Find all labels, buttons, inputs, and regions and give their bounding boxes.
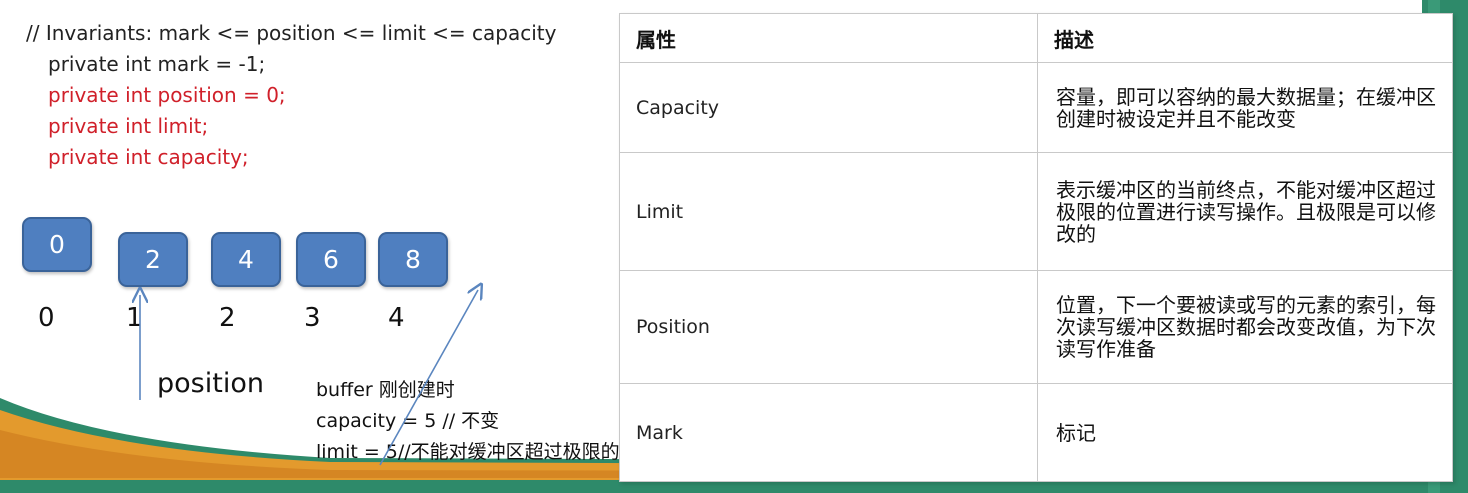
row-description: 标记	[1037, 383, 1453, 482]
header-description: 描述	[1037, 13, 1453, 63]
code-mark-line: private int mark = -1;	[48, 52, 266, 76]
buffer-index: 2	[219, 303, 236, 333]
table-row: Capacity 容量，即可以容纳的最大数据量；在缓冲区创建时被设定并且不能改变	[619, 62, 1453, 153]
code-capacity-line: private int capacity;	[48, 145, 249, 169]
table-row: Mark 标记	[619, 383, 1453, 482]
row-description: 表示缓冲区的当前终点，不能对缓冲区超过极限的位置进行读写操作。且极限是可以修改的	[1037, 152, 1453, 271]
buffer-cell: 2	[118, 232, 188, 287]
header-attribute: 属性	[619, 13, 1038, 63]
note-buffer-created: buffer 刚创建时	[316, 379, 455, 401]
note-capacity: capacity = 5 // 不变	[316, 410, 500, 432]
buffer-cell: 6	[296, 232, 366, 287]
code-limit-line: private int limit;	[48, 114, 209, 138]
buffer-attributes-table: 属性 描述 Capacity 容量，即可以容纳的最大数据量；在缓冲区创建时被设定…	[619, 13, 1453, 482]
table-header-row: 属性 描述	[619, 13, 1453, 63]
row-name: Capacity	[619, 62, 1038, 153]
code-snippet: // Invariants: mark <= position <= limit…	[26, 18, 556, 173]
row-name: Mark	[619, 383, 1038, 482]
code-position-line: private int position = 0;	[48, 83, 286, 107]
buffer-cell: 8	[378, 232, 448, 287]
buffer-index: 4	[388, 303, 405, 333]
buffer-cell: 0	[22, 217, 92, 272]
row-name: Position	[619, 270, 1038, 384]
row-name: Limit	[619, 152, 1038, 271]
table-row: Limit 表示缓冲区的当前终点，不能对缓冲区超过极限的位置进行读写操作。且极限…	[619, 152, 1453, 271]
code-comment-line: // Invariants: mark <= position <= limit…	[26, 21, 557, 45]
row-description: 位置，下一个要被读或写的元素的索引，每次读写缓冲区数据时都会改变改值，为下次读写…	[1037, 270, 1453, 384]
buffer-cell: 4	[211, 232, 281, 287]
buffer-index: 3	[304, 303, 321, 333]
position-label: position	[157, 368, 264, 399]
table-row: Position 位置，下一个要被读或写的元素的索引，每次读写缓冲区数据时都会改…	[619, 270, 1453, 384]
buffer-index: 1	[126, 303, 143, 333]
buffer-index: 0	[38, 303, 55, 333]
row-description: 容量，即可以容纳的最大数据量；在缓冲区创建时被设定并且不能改变	[1037, 62, 1453, 153]
